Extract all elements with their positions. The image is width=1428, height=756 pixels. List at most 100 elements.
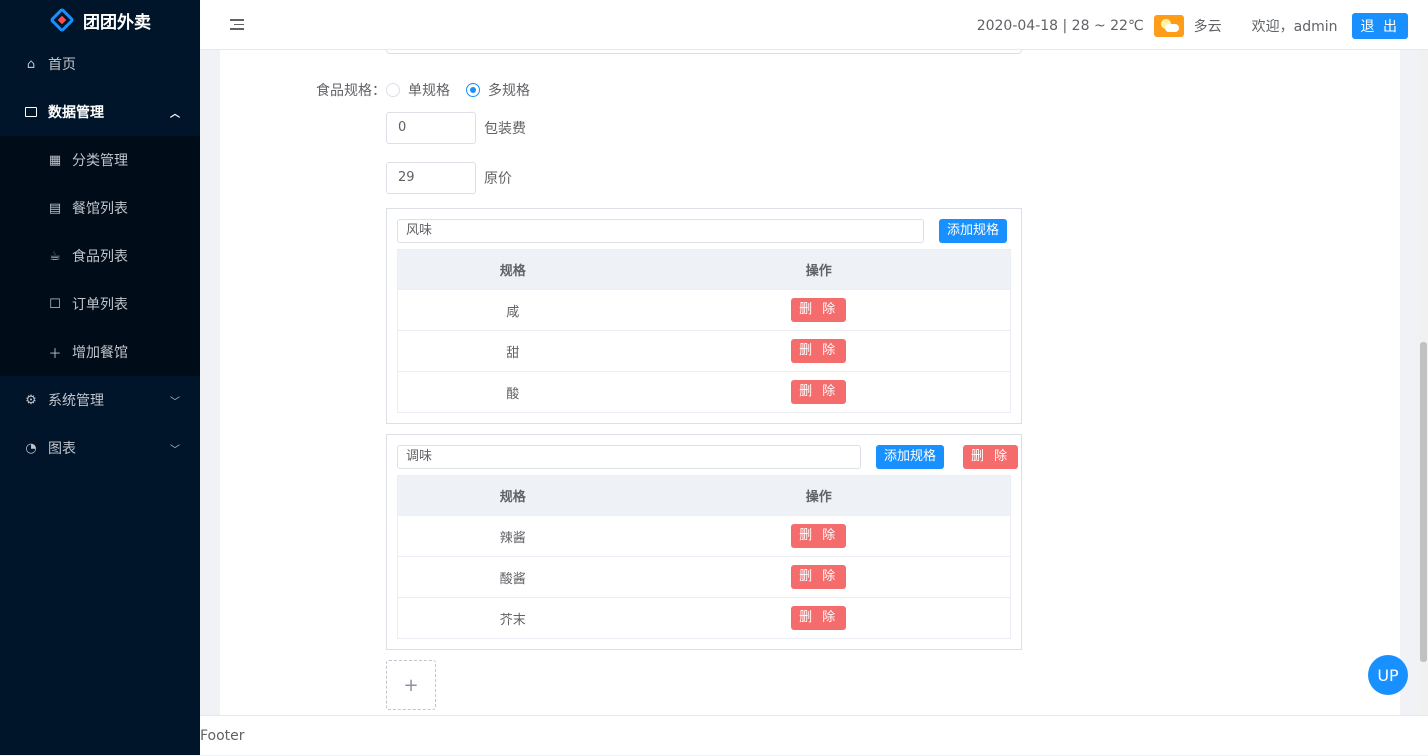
laptop-icon [24,105,38,119]
radio-circle [386,83,400,97]
add-spec-button[interactable]: 添加规格 [876,445,945,469]
gear-icon: ⚙ [25,392,37,408]
price-label: 原价 [484,171,512,187]
radio-single-spec[interactable]: 单规格 [386,80,450,100]
add-spec-group-button[interactable]: + [386,660,436,710]
plus-icon: ＋ [48,346,62,362]
welcome-text: 欢迎，admin [1251,19,1338,35]
delete-button[interactable]: 删 除 [791,298,847,322]
table-row: 辣酱 删 除 [397,515,1011,557]
back-to-top-button[interactable]: UP [1368,655,1408,695]
spec-group: 风味 添加规格 规格 操作 咸 删 除 甜 删 除 酸 删 除 [386,208,1022,424]
footer-text: Footer [200,728,245,744]
sidebar-item-order-list[interactable]: ☐ 订单列表 [0,280,200,328]
top-header: 2020-04-18 | 28 ~ 22℃ 多云 欢迎，admin 退 出 [200,0,1428,50]
sidebar: 团团外卖 ⌂ 首页 数据管理 ︿ ▦ 分类管理 ▤ 餐馆列表 ☕ 食品列表 ☐ … [0,0,200,755]
sidebar-item-food-list[interactable]: ☕ 食品列表 [0,232,200,280]
radio-label: 单规格 [408,83,450,99]
weather-text: 2020-04-18 | 28 ~ 22℃ [976,18,1144,34]
cloudy-weather-icon [1153,15,1184,37]
sidebar-item-system[interactable]: ⚙ 系统管理 ﹀ [0,376,200,424]
add-spec-button[interactable]: 添加规格 [939,219,1008,243]
spec-value: 芥末 [397,597,628,639]
previous-input-field[interactable] [386,50,1022,54]
logout-button[interactable]: 退 出 [1351,13,1408,39]
packing-fee-input[interactable]: 0 [386,112,476,144]
pie-chart-icon: ◔ [25,440,37,456]
sidebar-item-label: 餐馆列表 [72,201,128,217]
main-content: 食品规格： 单规格 多规格 0 包装费 29 原价 风味 添加规格 规格 操作 [220,50,1400,715]
grid-icon: ▦ [48,152,62,168]
spec-value: 酸 [397,371,628,413]
spec-group-header: 调味 添加规格 删 除 [387,435,1021,475]
spec-group-name-input[interactable]: 调味 [397,445,861,469]
spec-group-name-input[interactable]: 风味 [397,219,924,243]
scrollbar-thumb[interactable] [1420,342,1427,662]
weather-desc: 多云 [1193,19,1222,35]
packing-fee-label: 包装费 [484,121,526,137]
sidebar-item-label: 增加餐馆 [72,345,128,361]
table-header-row: 规格 操作 [397,475,1011,516]
home-icon: ⌂ [26,56,36,72]
spec-value: 辣酱 [397,515,628,557]
price-row: 29 原价 [386,162,512,194]
packing-fee-row: 0 包装费 [386,112,526,144]
radio-multi-spec[interactable]: 多规格 [466,80,530,100]
delete-button[interactable]: 删 除 [791,565,847,589]
chevron-down-icon: ﹀ [170,396,180,408]
table-row: 甜 删 除 [397,330,1011,372]
col-spec: 规格 [397,475,628,516]
menu-toggle-icon[interactable] [230,19,244,31]
footer: Footer [200,715,1428,755]
col-action: 操作 [627,249,1011,290]
sidebar-item-data-management[interactable]: 数据管理 ︿ [0,88,200,136]
sidebar-item-label: 首页 [48,57,76,73]
header-right: 2020-04-18 | 28 ~ 22℃ 多云 欢迎，admin 退 出 [977,13,1408,39]
delete-button[interactable]: 删 除 [791,339,847,363]
table-row: 咸 删 除 [397,289,1011,331]
sidebar-item-label: 食品列表 [72,249,128,265]
price-input[interactable]: 29 [386,162,476,194]
delete-group-button[interactable]: 删 除 [963,445,1019,469]
spec-group: 调味 添加规格 删 除 规格 操作 辣酱 删 除 酸酱 删 除 芥末 删 除 [386,434,1022,650]
shop-icon: ▤ [48,200,62,216]
table-row: 酸酱 删 除 [397,556,1011,598]
sidebar-item-label: 订单列表 [72,297,128,313]
sidebar-item-category[interactable]: ▦ 分类管理 [0,136,200,184]
submenu-data-management: ▦ 分类管理 ▤ 餐馆列表 ☕ 食品列表 ☐ 订单列表 ＋ 增加餐馆 [0,136,200,376]
chevron-down-icon: ﹀ [170,444,180,456]
sidebar-item-add-shop[interactable]: ＋ 增加餐馆 [0,328,200,376]
cup-icon: ☕ [49,248,61,264]
sidebar-item-shop-list[interactable]: ▤ 餐馆列表 [0,184,200,232]
spec-radio-group: 单规格 多规格 [386,80,530,100]
spec-value: 甜 [397,330,628,372]
order-icon: ☐ [49,296,61,312]
sidebar-item-label: 数据管理 [48,105,104,121]
plus-icon: + [403,674,419,696]
delete-button[interactable]: 删 除 [791,380,847,404]
sidebar-item-label: 系统管理 [48,393,104,409]
table-row: 芥末 删 除 [397,597,1011,639]
chevron-up-icon: ︿ [170,108,180,120]
spec-value: 咸 [397,289,628,331]
radio-label: 多规格 [488,83,530,99]
sidebar-item-charts[interactable]: ◔ 图表 ﹀ [0,424,200,472]
spec-table: 规格 操作 咸 删 除 甜 删 除 酸 删 除 [397,249,1011,413]
delete-button[interactable]: 删 除 [791,524,847,548]
col-spec: 规格 [397,249,628,290]
spec-group-header: 风味 添加规格 [387,209,1021,249]
spec-table: 规格 操作 辣酱 删 除 酸酱 删 除 芥末 删 除 [397,475,1011,639]
sidebar-item-label: 分类管理 [72,153,128,169]
radio-circle-checked [466,83,480,97]
table-header-row: 规格 操作 [397,249,1011,290]
sidebar-item-home[interactable]: ⌂ 首页 [0,40,200,88]
spec-value: 酸酱 [397,556,628,598]
spec-label: 食品规格： [316,83,386,99]
table-row: 酸 删 除 [397,371,1011,413]
delete-button[interactable]: 删 除 [791,606,847,630]
app-title: 团团外卖 [83,12,151,33]
col-action: 操作 [627,475,1011,516]
sidebar-item-label: 图表 [48,441,76,457]
logo-icon [49,7,75,33]
app-logo[interactable]: 团团外卖 [0,0,200,40]
